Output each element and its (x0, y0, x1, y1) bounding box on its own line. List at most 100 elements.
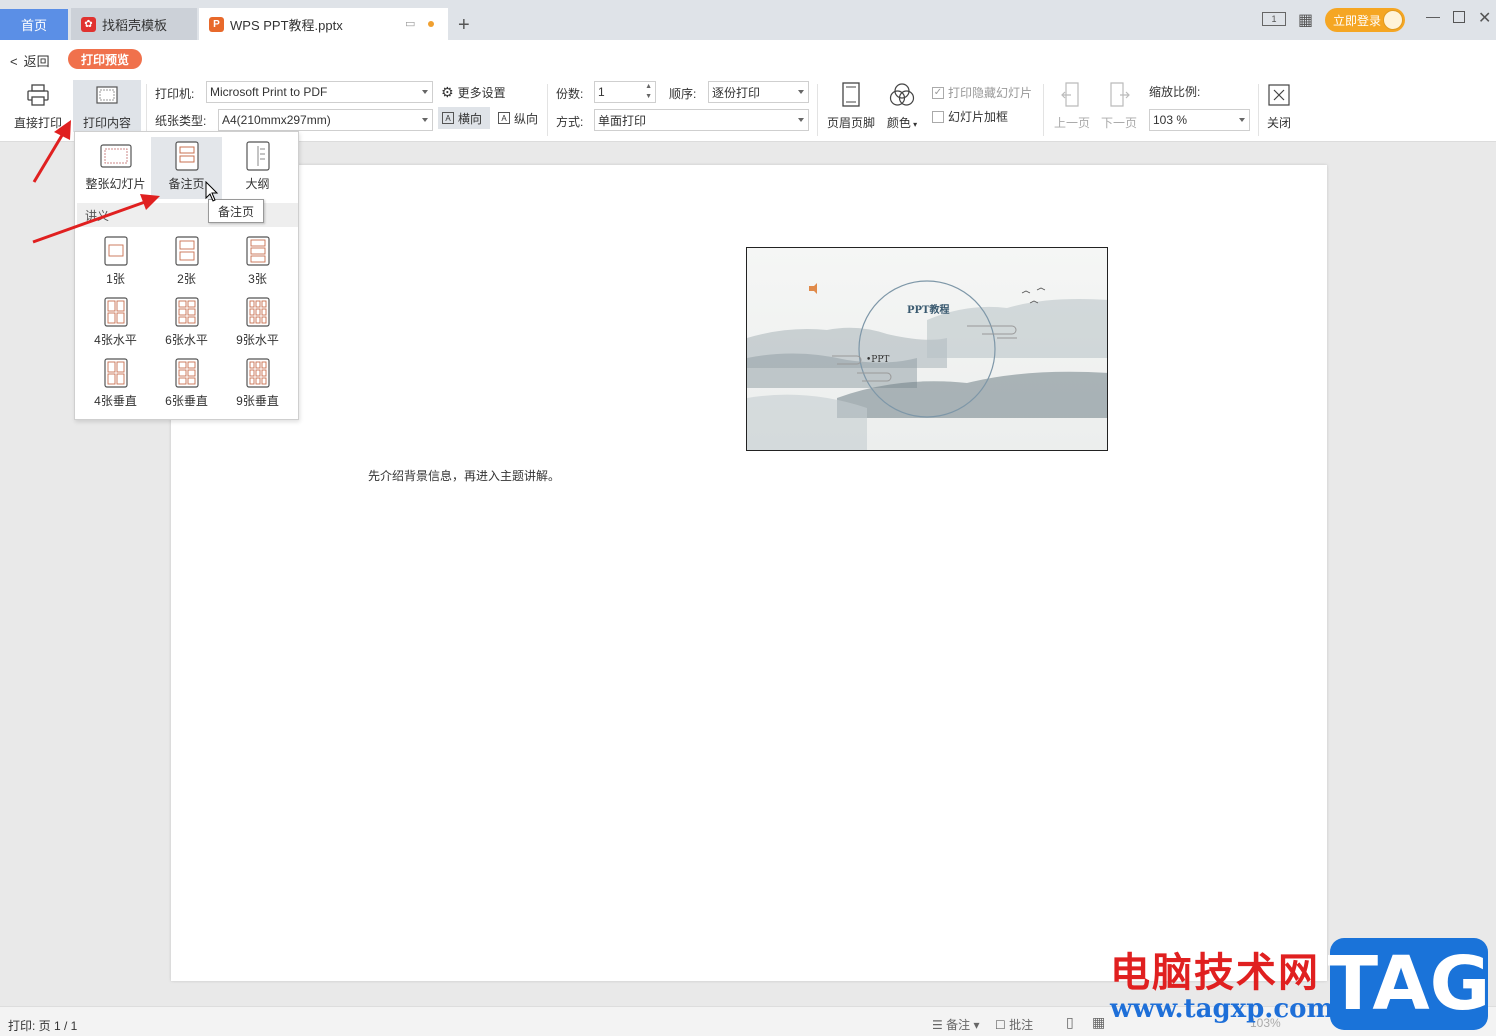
stepper-arrows-icon[interactable]: ▲ ▼ (645, 82, 652, 102)
menu-item-handout-3[interactable]: 3张 (222, 232, 293, 290)
handout-6-vertical-icon (174, 354, 199, 392)
close-window-icon[interactable]: ✕ (1478, 8, 1491, 28)
handout-1-icon (103, 232, 128, 270)
watermark-tag-logo: TAG (1328, 938, 1490, 1030)
landscape-label: 横向 (458, 111, 483, 126)
chevron-left-icon: < (10, 54, 18, 69)
prev-page-label: 上一页 (1053, 116, 1090, 130)
maximize-icon[interactable] (1453, 11, 1465, 23)
order-select[interactable]: 逐份打印 (708, 81, 809, 103)
slide-frame-checkbox[interactable]: 幻灯片加框 (932, 108, 1008, 125)
prev-page-button[interactable]: 上一页 (1050, 82, 1094, 131)
portrait-button[interactable]: A 纵向 (494, 107, 542, 129)
print-content-button[interactable]: 打印内容 (73, 80, 141, 132)
minimize-icon[interactable]: — (1426, 8, 1440, 24)
menu-item-handout-2[interactable]: 2张 (151, 232, 222, 290)
header-footer-label: 页眉页脚 (826, 116, 875, 130)
more-settings-button[interactable]: ⚙ 更多设置 (441, 84, 506, 101)
print-hidden-checkbox[interactable]: ✓ 打印隐藏幻灯片 (932, 84, 1032, 101)
comments-toggle[interactable]: ☐ 批注 (995, 1016, 1033, 1033)
notes-page-icon (174, 137, 199, 175)
menu-item-handout-4-vertical[interactable]: 4张垂直 (80, 354, 151, 412)
slide-title: PPT教程 (907, 305, 950, 316)
chevron-down-icon (422, 90, 428, 94)
close-icon (1266, 82, 1292, 108)
new-tab-button[interactable]: + (458, 14, 470, 37)
grid-view-icon[interactable]: ▦ (1092, 1014, 1105, 1031)
prev-page-icon (1059, 82, 1085, 108)
divider (1258, 84, 1259, 136)
print-status: 打印: 页 1 / 1 (8, 1019, 78, 1033)
paper-label: 纸张类型: (155, 114, 207, 128)
menu-item-handout-9-horizontal[interactable]: 9张水平 (222, 293, 293, 351)
close-preview-button[interactable]: 关闭 (1262, 82, 1296, 131)
print-content-label: 打印内容 (82, 116, 131, 130)
tab-document[interactable]: P WPS PPT教程.pptx ▭ (199, 8, 448, 40)
mode-value: 单面打印 (598, 113, 647, 128)
menu-item-outline[interactable]: 大纲 (222, 137, 293, 199)
normal-view-icon[interactable]: ▯ (1066, 1014, 1074, 1031)
printer-select[interactable]: Microsoft Print to PDF (206, 81, 433, 103)
tab-document-label: WPS PPT教程.pptx (230, 17, 343, 33)
landscape-button[interactable]: A 横向 (438, 107, 490, 129)
divider (817, 84, 818, 136)
copies-stepper[interactable]: 1 ▲ ▼ (594, 81, 656, 103)
direct-print-label: 直接打印 (13, 116, 62, 130)
print-preview-badge: 打印预览 (68, 49, 142, 69)
notes-page-label: 备注页 (168, 177, 205, 191)
print-hidden-label: 打印隐藏幻灯片 (948, 86, 1033, 100)
slide-frame-icon (94, 82, 120, 108)
menu-item-handout-4-horizontal[interactable]: 4张水平 (80, 293, 151, 351)
chevron-down-icon (1239, 118, 1245, 122)
tab-template[interactable]: ✿ 找稻壳模板 (71, 8, 197, 40)
watermark-url: www.tagxp.com (1110, 994, 1335, 1024)
printer-icon (25, 82, 51, 108)
slide-frame-label: 幻灯片加框 (948, 110, 1009, 124)
unsaved-dot-icon (428, 21, 434, 27)
handout-label: 6张水平 (165, 333, 208, 347)
full-slide-label: 整张幻灯片 (85, 177, 146, 191)
ppt-file-icon: P (209, 16, 224, 32)
handout-2-icon (174, 232, 199, 270)
menu-item-full-slide[interactable]: 整张幻灯片 (80, 137, 151, 199)
monitor-icon[interactable]: ▭ (405, 17, 415, 30)
notes-toggle-label: 备注 (946, 1018, 971, 1032)
next-page-button[interactable]: 下一页 (1097, 82, 1141, 131)
paper-select[interactable]: A4(210mmx297mm) (218, 109, 433, 131)
handout-label: 4张垂直 (94, 394, 137, 408)
preview-header: < 返回 打印预览 (0, 40, 1496, 78)
chevron-down-icon (798, 118, 804, 122)
mode-select[interactable]: 单面打印 (594, 109, 809, 131)
handout-section-header: 讲义 (77, 203, 298, 227)
apps-grid-icon[interactable]: ▦ (1298, 10, 1313, 30)
login-button[interactable]: 立即登录 (1325, 8, 1405, 32)
back-button[interactable]: < 返回 (10, 51, 50, 70)
menu-item-handout-6-horizontal[interactable]: 6张水平 (151, 293, 222, 351)
full-slide-icon (99, 137, 132, 175)
notes-toggle[interactable]: ☰ 备注 ▾ (932, 1016, 979, 1033)
header-footer-button[interactable]: 页眉页脚 (824, 82, 878, 131)
notes-icon: ☰ (932, 1018, 947, 1032)
zoom-select[interactable]: 103 % (1149, 109, 1250, 131)
checkbox-icon (932, 110, 944, 123)
color-button[interactable]: 颜色 ▾ (882, 82, 922, 131)
direct-print-button[interactable]: 直接打印 (6, 82, 70, 131)
zoom-value: 103 % (1153, 113, 1188, 127)
handout-label: 3张 (248, 272, 267, 286)
menu-item-handout-9-vertical[interactable]: 9张垂直 (222, 354, 293, 412)
landscape-icon: A (442, 112, 454, 124)
comments-label: 批注 (1009, 1018, 1034, 1032)
menu-item-handout-6-vertical[interactable]: 6张垂直 (151, 354, 222, 412)
tab-template-label: 找稻壳模板 (102, 17, 168, 33)
window-layout-icon[interactable]: 1 (1262, 12, 1286, 26)
divider (146, 84, 147, 136)
tab-home-label: 首页 (20, 18, 47, 33)
slide-ink-landscape (747, 280, 1107, 450)
handout-9-horizontal-icon (245, 293, 270, 331)
close-label: 关闭 (1266, 116, 1291, 130)
page-header-icon (838, 82, 864, 108)
tab-home[interactable]: 首页 (0, 9, 68, 40)
login-label: 立即登录 (1333, 13, 1382, 28)
menu-item-handout-1[interactable]: 1张 (80, 232, 151, 290)
outline-icon (245, 137, 270, 175)
